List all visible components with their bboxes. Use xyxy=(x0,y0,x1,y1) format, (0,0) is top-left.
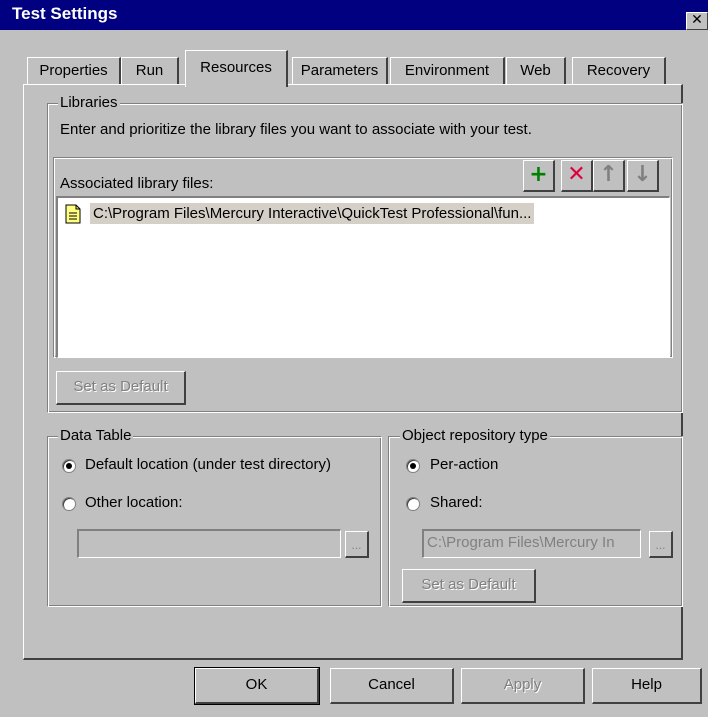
x-icon: ✕ xyxy=(567,162,586,187)
arrow-up-icon: ↑ xyxy=(599,162,618,187)
associated-files-label: Associated library files: xyxy=(60,175,214,192)
help-button[interactable]: Help xyxy=(592,668,702,704)
tab-label: Properties xyxy=(39,62,108,79)
shared-radio[interactable] xyxy=(406,497,420,511)
move-down-button[interactable]: ↓ xyxy=(627,160,659,192)
per-action-radio[interactable] xyxy=(406,459,420,473)
add-library-button[interactable]: + xyxy=(523,160,555,192)
ellipsis-icon: ... xyxy=(351,538,362,552)
library-files-list[interactable]: C:\Program Files\Mercury Interactive\Qui… xyxy=(56,196,670,358)
document-icon xyxy=(65,204,81,224)
tab-properties[interactable]: Properties xyxy=(27,57,121,85)
radio-selected-dot xyxy=(410,463,416,469)
other-location-label: Other location: xyxy=(85,494,183,511)
button-label: Cancel xyxy=(368,676,415,693)
shared-repository-path-input[interactable]: C:\Program Files\Mercury In xyxy=(422,529,641,558)
data-table-browse-button[interactable]: ... xyxy=(345,531,369,558)
data-table-group-label: Data Table xyxy=(58,427,134,444)
button-label: OK xyxy=(245,676,268,693)
button-label: Set as Default xyxy=(73,378,168,395)
button-label: Help xyxy=(631,676,662,693)
remove-library-button[interactable]: ✕ xyxy=(561,160,593,192)
shared-repository-path: C:\Program Files\Mercury In xyxy=(427,534,615,551)
tab-label: Recovery xyxy=(586,62,651,79)
per-action-label: Per-action xyxy=(430,456,499,473)
shared-label: Shared: xyxy=(430,494,483,511)
close-button[interactable]: ✕ xyxy=(686,12,708,30)
libraries-description: Enter and prioritize the library files y… xyxy=(60,121,532,138)
libraries-group-label: Libraries xyxy=(58,94,120,111)
button-label: Set as Default xyxy=(421,576,516,593)
tab-web[interactable]: Web xyxy=(506,57,566,85)
tab-recovery[interactable]: Recovery xyxy=(572,57,666,85)
tab-resources[interactable]: Resources xyxy=(185,50,288,87)
button-label: Apply xyxy=(503,676,542,693)
move-up-button[interactable]: ↑ xyxy=(593,160,625,192)
radio-selected-dot xyxy=(66,463,72,469)
tab-label: Resources xyxy=(200,59,272,76)
repository-set-default-button[interactable]: Set as Default xyxy=(402,569,536,603)
tab-label: Environment xyxy=(404,62,490,79)
tab-label: Run xyxy=(135,62,164,79)
tab-label: Web xyxy=(520,62,551,79)
default-location-radio[interactable] xyxy=(62,459,76,473)
tab-environment[interactable]: Environment xyxy=(390,57,505,85)
close-icon: ✕ xyxy=(691,12,703,28)
apply-button[interactable]: Apply xyxy=(461,668,585,704)
arrow-down-icon: ↓ xyxy=(633,162,652,187)
ok-button[interactable]: OK xyxy=(194,667,320,705)
tab-run[interactable]: Run xyxy=(121,57,179,85)
title-bar: Test Settings ✕ xyxy=(0,0,708,30)
tab-parameters[interactable]: Parameters xyxy=(292,57,388,85)
object-repository-group-label: Object repository type xyxy=(400,427,550,444)
other-location-radio[interactable] xyxy=(62,497,76,511)
cancel-button[interactable]: Cancel xyxy=(330,668,454,704)
window-title: Test Settings xyxy=(12,4,118,23)
other-location-input[interactable] xyxy=(77,529,341,558)
library-file-path: C:\Program Files\Mercury Interactive\Qui… xyxy=(90,203,535,224)
tab-label: Parameters xyxy=(300,62,379,79)
libraries-set-default-button[interactable]: Set as Default xyxy=(56,371,186,405)
plus-icon: + xyxy=(529,162,548,187)
default-location-label: Default location (under test directory) xyxy=(85,456,331,473)
ellipsis-icon: ... xyxy=(655,538,666,552)
shared-repository-browse-button[interactable]: ... xyxy=(649,531,673,558)
